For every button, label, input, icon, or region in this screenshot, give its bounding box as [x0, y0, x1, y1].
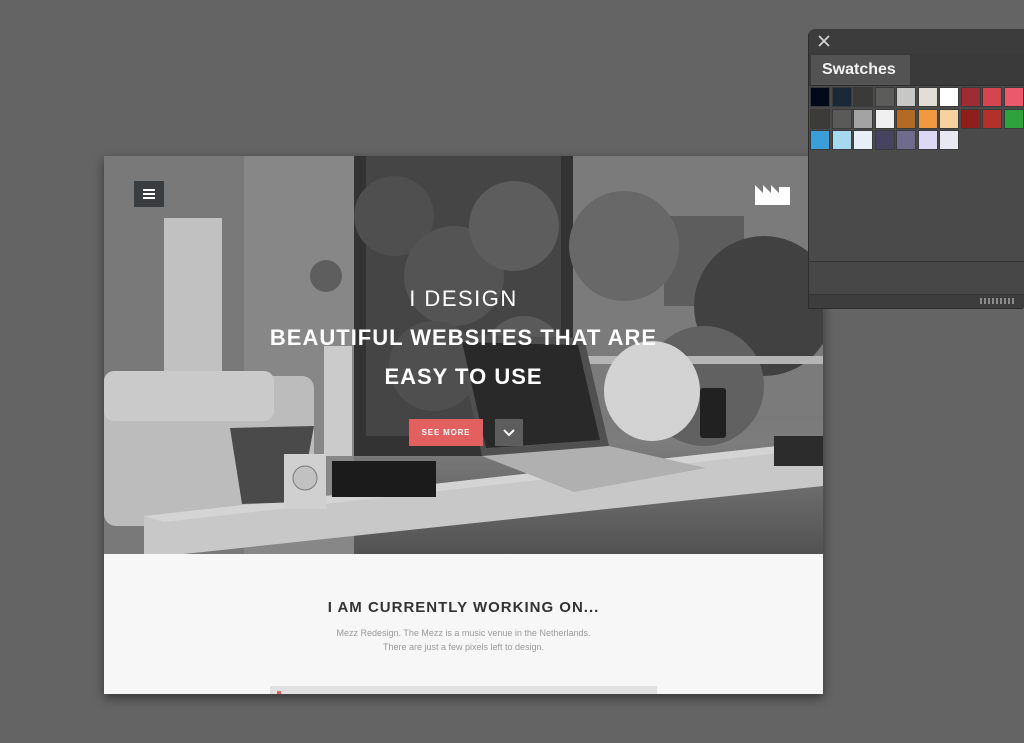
color-swatch[interactable] [939, 108, 959, 129]
hero-heading-line1: I DESIGN [409, 286, 518, 311]
panel-tab-strip: Swatches [809, 53, 1024, 86]
preview-marker [277, 691, 281, 694]
hero-heading-line2: BEAUTIFUL WEBSITES THAT ARE [269, 325, 658, 350]
menu-button[interactable] [134, 181, 164, 207]
color-swatch[interactable] [917, 108, 938, 129]
color-swatch[interactable] [896, 108, 916, 129]
color-swatch[interactable] [960, 108, 981, 129]
color-swatch[interactable] [896, 87, 916, 107]
color-swatch[interactable] [810, 108, 830, 129]
color-swatch[interactable] [982, 87, 1002, 107]
swatches-panel: Swatches [809, 29, 1024, 308]
project-preview-image[interactable] [270, 686, 657, 694]
factory-logo[interactable] [755, 183, 790, 205]
panel-footer [809, 261, 1024, 295]
panel-bottom-bar [809, 295, 1024, 308]
color-swatch[interactable] [853, 87, 873, 107]
tab-swatches[interactable]: Swatches [811, 55, 910, 85]
color-swatch[interactable] [831, 87, 852, 107]
color-swatch[interactable] [982, 108, 1002, 129]
hero-overlay [104, 156, 823, 554]
color-swatch[interactable] [853, 130, 873, 150]
color-swatch[interactable] [874, 87, 895, 107]
color-swatch[interactable] [960, 87, 981, 107]
hero-section: I DESIGN BEAUTIFUL WEBSITES THAT ARE EAS… [104, 156, 823, 554]
chevron-down-icon [503, 428, 515, 436]
color-swatch[interactable] [810, 130, 830, 150]
hero-heading-line3: EASY TO USE [384, 364, 543, 389]
close-icon[interactable] [817, 34, 831, 48]
color-swatch[interactable] [831, 130, 852, 150]
color-swatch[interactable] [874, 130, 895, 150]
color-swatch[interactable] [831, 108, 852, 129]
color-swatch[interactable] [1003, 87, 1024, 107]
color-swatch[interactable] [1003, 108, 1024, 129]
color-swatch[interactable] [853, 108, 873, 129]
hamburger-icon [143, 189, 155, 199]
scroll-down-button[interactable] [495, 419, 523, 446]
color-swatch[interactable] [939, 87, 959, 107]
working-on-heading: I AM CURRENTLY WORKING ON... [327, 599, 600, 616]
color-swatch[interactable] [810, 87, 830, 107]
color-swatch[interactable] [917, 87, 938, 107]
working-on-description: Mezz Redesign. The Mezz is a music venue… [336, 628, 591, 652]
see-more-button[interactable]: SEE MORE [409, 419, 483, 446]
color-swatch[interactable] [896, 130, 916, 150]
panel-titlebar[interactable] [809, 29, 1024, 53]
website-artboard: I DESIGN BEAUTIFUL WEBSITES THAT ARE EAS… [104, 156, 823, 694]
color-swatch[interactable] [874, 108, 895, 129]
resize-grip-icon[interactable] [980, 298, 1016, 304]
color-swatch[interactable] [917, 130, 938, 150]
color-swatch[interactable] [939, 130, 959, 150]
